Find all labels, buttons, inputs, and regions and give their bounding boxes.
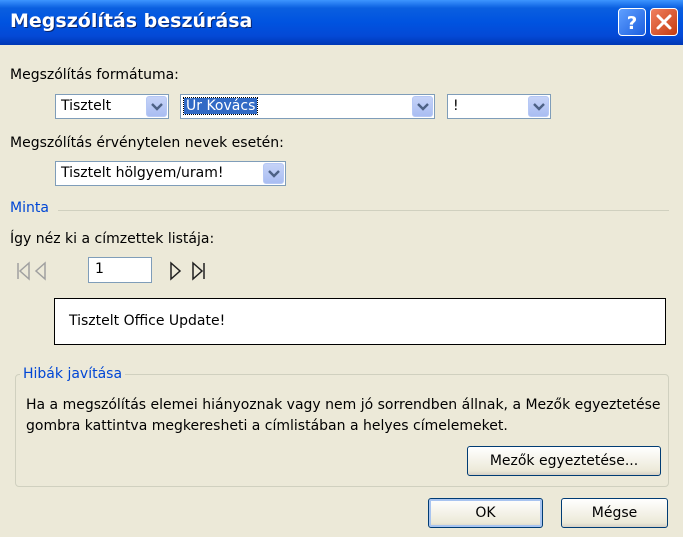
punctuation-combo[interactable]: ! xyxy=(447,94,551,119)
title-bar[interactable]: Megszólítás beszúrása ? xyxy=(0,0,683,45)
greeting-value: Tisztelt xyxy=(61,98,112,114)
close-button[interactable] xyxy=(650,8,678,36)
window-title: Megszólítás beszúrása xyxy=(10,10,253,32)
error-correction-title: Hibák javítása xyxy=(20,366,126,382)
svg-text:?: ? xyxy=(627,13,637,34)
cancel-button[interactable]: Mégse xyxy=(561,498,668,528)
name-value: Úr Kovács xyxy=(182,97,259,115)
name-combo[interactable]: Úr Kovács xyxy=(180,94,435,119)
help-icon: ? xyxy=(627,13,637,34)
invalid-names-combo[interactable]: Tisztelt hölgyem/uram! xyxy=(55,161,286,186)
invalid-names-value: Tisztelt hölgyem/uram! xyxy=(61,165,224,181)
first-previous-nav xyxy=(17,261,46,281)
invalid-names-label: Megszólítás érvénytelen nevek esetén: xyxy=(10,135,284,151)
ok-button[interactable]: OK xyxy=(428,498,543,528)
chevron-down-icon xyxy=(417,103,429,111)
greeting-dropdown-button[interactable] xyxy=(146,96,167,117)
record-number-input[interactable]: 1 xyxy=(88,257,152,283)
invalid-names-dropdown-button[interactable] xyxy=(263,163,284,184)
format-label: Megszólítás formátuma: xyxy=(10,67,179,83)
previous-record-icon[interactable] xyxy=(34,261,46,281)
punctuation-value: ! xyxy=(453,98,459,114)
greeting-combo[interactable]: Tisztelt xyxy=(55,94,169,119)
chevron-down-icon xyxy=(151,103,163,111)
recipient-list-label: Így néz ki a címzettek listája: xyxy=(10,231,215,247)
preview-section-divider xyxy=(58,210,669,211)
chevron-down-icon xyxy=(268,170,280,178)
error-correction-description: Ha a megszólítás elemei hiányoznak vagy … xyxy=(26,397,661,434)
dialog-window: Megszólítás beszúrása ? Megszólítás form… xyxy=(0,0,683,537)
name-dropdown-button[interactable] xyxy=(412,96,433,117)
next-record-icon[interactable] xyxy=(170,261,182,281)
next-last-nav xyxy=(170,261,205,281)
preview-box: Tisztelt Office Update! xyxy=(54,298,666,345)
first-record-icon[interactable] xyxy=(17,261,30,281)
close-icon xyxy=(656,14,672,30)
punctuation-dropdown-button[interactable] xyxy=(528,96,549,117)
preview-section-title: Minta xyxy=(10,200,49,216)
record-number-value: 1 xyxy=(95,261,104,277)
last-record-icon[interactable] xyxy=(192,261,205,281)
help-button[interactable]: ? xyxy=(618,8,646,36)
chevron-down-icon xyxy=(533,103,545,111)
preview-text: Tisztelt Office Update! xyxy=(69,313,226,329)
match-fields-button[interactable]: Mezők egyeztetése... xyxy=(467,446,661,476)
